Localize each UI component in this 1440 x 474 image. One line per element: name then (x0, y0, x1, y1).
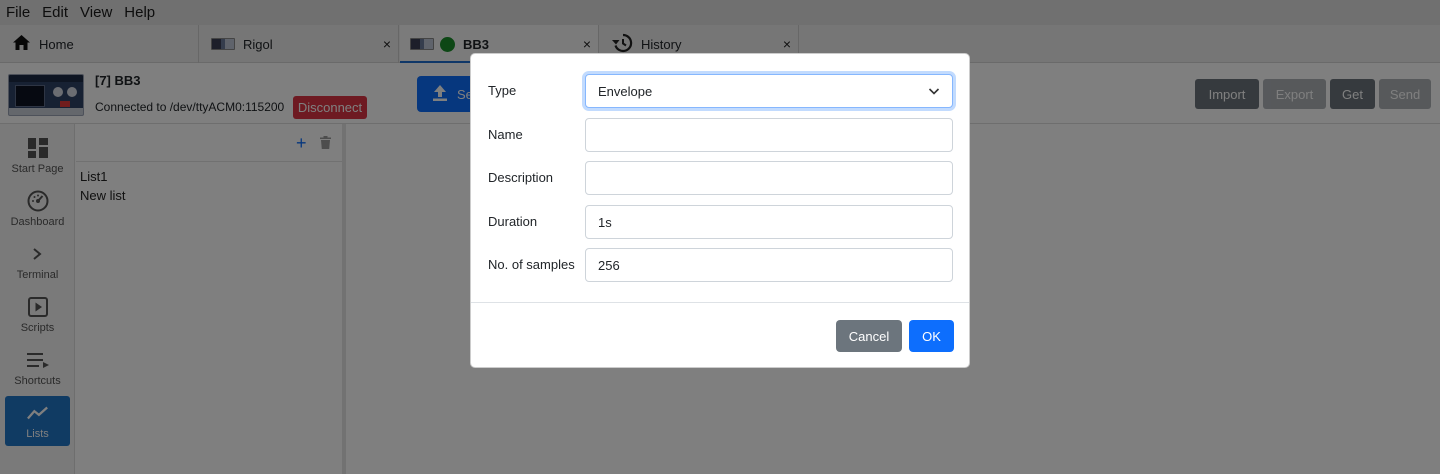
type-select[interactable]: Envelope (585, 74, 953, 108)
samples-field[interactable]: 256 (585, 248, 953, 282)
description-label: Description (488, 170, 554, 185)
type-row: Type Envelope (488, 74, 954, 108)
name-row: Name (488, 118, 954, 152)
chevron-down-icon (928, 85, 940, 97)
type-value: Envelope (598, 83, 653, 99)
modal-footer-divider (471, 302, 969, 303)
samples-row: No. of samples 256 (488, 248, 954, 282)
name-label: Name (488, 127, 523, 142)
duration-row: Duration 1s (488, 205, 954, 239)
name-field[interactable] (585, 118, 953, 152)
type-label: Type (488, 83, 517, 98)
duration-label: Duration (488, 214, 538, 229)
ok-button[interactable]: OK (909, 320, 954, 352)
duration-field[interactable]: 1s (585, 205, 953, 239)
description-field[interactable] (585, 161, 953, 195)
description-row: Description (488, 161, 954, 195)
cancel-button[interactable]: Cancel (836, 320, 902, 352)
new-list-dialog: Type Envelope Name Description Duration … (470, 53, 970, 368)
samples-label: No. of samples (488, 257, 575, 272)
